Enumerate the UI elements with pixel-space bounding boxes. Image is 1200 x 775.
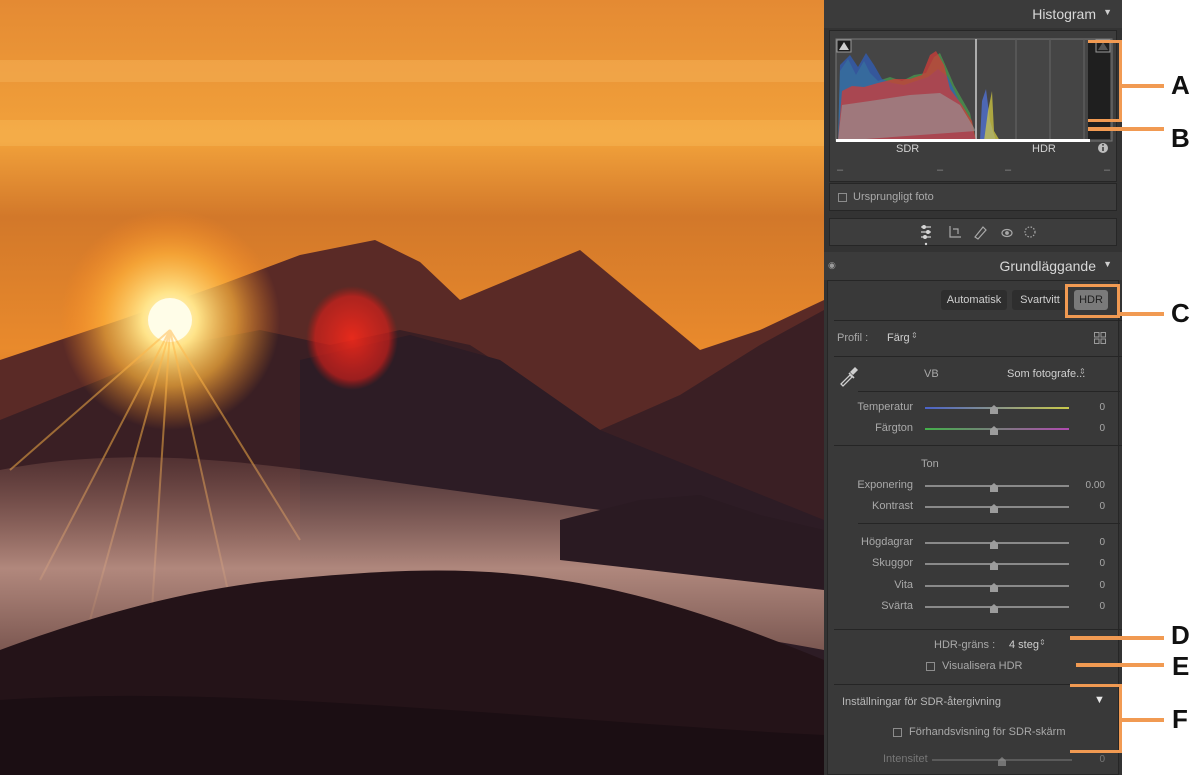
annotation-e-line — [1076, 663, 1164, 667]
photo-preview — [0, 0, 824, 775]
basic-title: Grundläggande — [999, 258, 1096, 274]
profile-browser-grid-icon[interactable] — [1094, 332, 1106, 344]
blacks-value[interactable]: 0 — [1081, 601, 1105, 612]
annotation-b-line — [1088, 127, 1164, 131]
automatic-button[interactable]: Automatisk — [941, 290, 1007, 310]
shadows-label: Skuggor — [872, 557, 913, 569]
hdr-limit-dropdown-icon[interactable]: ⇕ — [1039, 638, 1046, 647]
sdr-settings-expand-icon[interactable]: ▼ — [1094, 694, 1105, 706]
hdr-limit-label: HDR-gräns : — [934, 639, 996, 651]
sdr-preview-checkbox[interactable] — [893, 728, 902, 737]
tone-label: Ton — [921, 458, 939, 470]
original-photo-label: Ursprungligt foto — [853, 191, 934, 203]
wb-label: VB — [924, 368, 939, 380]
temperature-label: Temperatur — [857, 401, 913, 413]
wb-select[interactable]: Som fotografe... — [1007, 368, 1085, 380]
wb-dropdown-icon[interactable]: ⇕ — [1079, 367, 1086, 376]
annotation-label-c: C — [1171, 298, 1190, 328]
original-photo-row: Ursprungligt foto — [829, 183, 1117, 211]
annotation-f-line — [1122, 718, 1164, 722]
histogram-panel: SDR HDR – – – – — [829, 30, 1117, 182]
sdr-preview-label: Förhandsvisning för SDR-skärm — [909, 726, 1066, 738]
annotation-label-f: F — [1172, 704, 1188, 734]
visualize-hdr-checkbox[interactable] — [926, 662, 935, 671]
readout-dash: – — [1005, 164, 1012, 176]
black-white-button[interactable]: Svartvitt — [1012, 290, 1068, 310]
tint-value[interactable]: 0 — [1081, 423, 1105, 434]
whites-label: Vita — [894, 579, 913, 591]
profile-label: Profil : — [837, 332, 869, 344]
annotation-a-bracket — [1088, 119, 1122, 122]
hdr-limit-select[interactable]: 4 steg — [1009, 639, 1039, 651]
intensity-label: Intensitet — [883, 753, 928, 765]
temperature-value[interactable]: 0 — [1081, 402, 1105, 413]
develop-panel: Histogram ▼ SDR HDR – – – – Ursprungligt… — [824, 0, 1122, 775]
highlights-value[interactable]: 0 — [1081, 537, 1105, 548]
original-photo-checkbox[interactable] — [838, 193, 847, 202]
highlights-label: Högdagrar — [861, 536, 913, 548]
annotation-label-d: D — [1171, 620, 1190, 650]
whites-value[interactable]: 0 — [1081, 580, 1105, 591]
sdr-label: SDR — [896, 143, 920, 155]
exposure-value[interactable]: 0.00 — [1081, 480, 1105, 491]
contrast-value[interactable]: 0 — [1081, 501, 1105, 512]
masking-icon[interactable] — [1024, 226, 1036, 238]
annotation-label-b: B — [1171, 123, 1190, 153]
eyedropper-icon[interactable] — [838, 365, 860, 387]
healing-brush-icon[interactable] — [974, 226, 987, 240]
edit-sliders-icon[interactable] — [921, 224, 931, 240]
profile-select[interactable]: Färg — [887, 332, 910, 344]
annotation-f-bracket — [1070, 684, 1122, 687]
readout-dash: – — [837, 164, 844, 176]
collapse-triangle-icon[interactable]: ▼ — [1103, 7, 1112, 17]
annotation-label-e: E — [1172, 651, 1190, 681]
eye-toggle-icon[interactable]: ◉ — [828, 260, 836, 271]
basic-header[interactable]: ◉ Grundläggande ▼ — [824, 252, 1122, 280]
tool-strip — [829, 218, 1117, 246]
hdr-label: HDR — [1032, 143, 1056, 155]
annotation-a-bracket — [1088, 40, 1122, 43]
annotation-column: A B C D E F — [1070, 0, 1200, 775]
active-tool-dot-icon — [924, 242, 928, 246]
sdr-settings-label[interactable]: Inställningar för SDR-återgivning — [842, 696, 1001, 708]
histogram-header[interactable]: Histogram ▼ — [824, 0, 1122, 28]
readout-dash: – — [1104, 164, 1111, 176]
annotation-a-line — [1122, 84, 1164, 88]
blacks-label: Svärta — [881, 600, 913, 612]
intensity-value[interactable]: 0 — [1081, 754, 1105, 765]
contrast-label: Kontrast — [872, 500, 913, 512]
shadows-value[interactable]: 0 — [1081, 558, 1105, 569]
annotation-c-highlight — [1065, 284, 1120, 318]
profile-dropdown-icon[interactable]: ⇕ — [911, 331, 918, 340]
red-eye-icon[interactable] — [1001, 228, 1013, 238]
annotation-f-bracket — [1070, 750, 1122, 753]
crop-icon[interactable] — [949, 226, 961, 238]
tint-label: Färgton — [875, 422, 913, 434]
sunset-mountains-image — [0, 0, 824, 775]
histogram-graph — [835, 38, 1113, 153]
basic-panel: Automatisk Svartvitt HDR Profil : Färg ⇕… — [827, 280, 1122, 775]
readout-dash: – — [937, 164, 944, 176]
annotation-c-line — [1120, 312, 1164, 316]
annotation-label-a: A — [1171, 70, 1190, 100]
histogram-title: Histogram — [1032, 6, 1096, 22]
exposure-label: Exponering — [857, 479, 913, 491]
visualize-hdr-label: Visualisera HDR — [942, 660, 1023, 672]
collapse-triangle-icon[interactable]: ▼ — [1103, 259, 1112, 269]
annotation-d-line — [1070, 636, 1164, 640]
